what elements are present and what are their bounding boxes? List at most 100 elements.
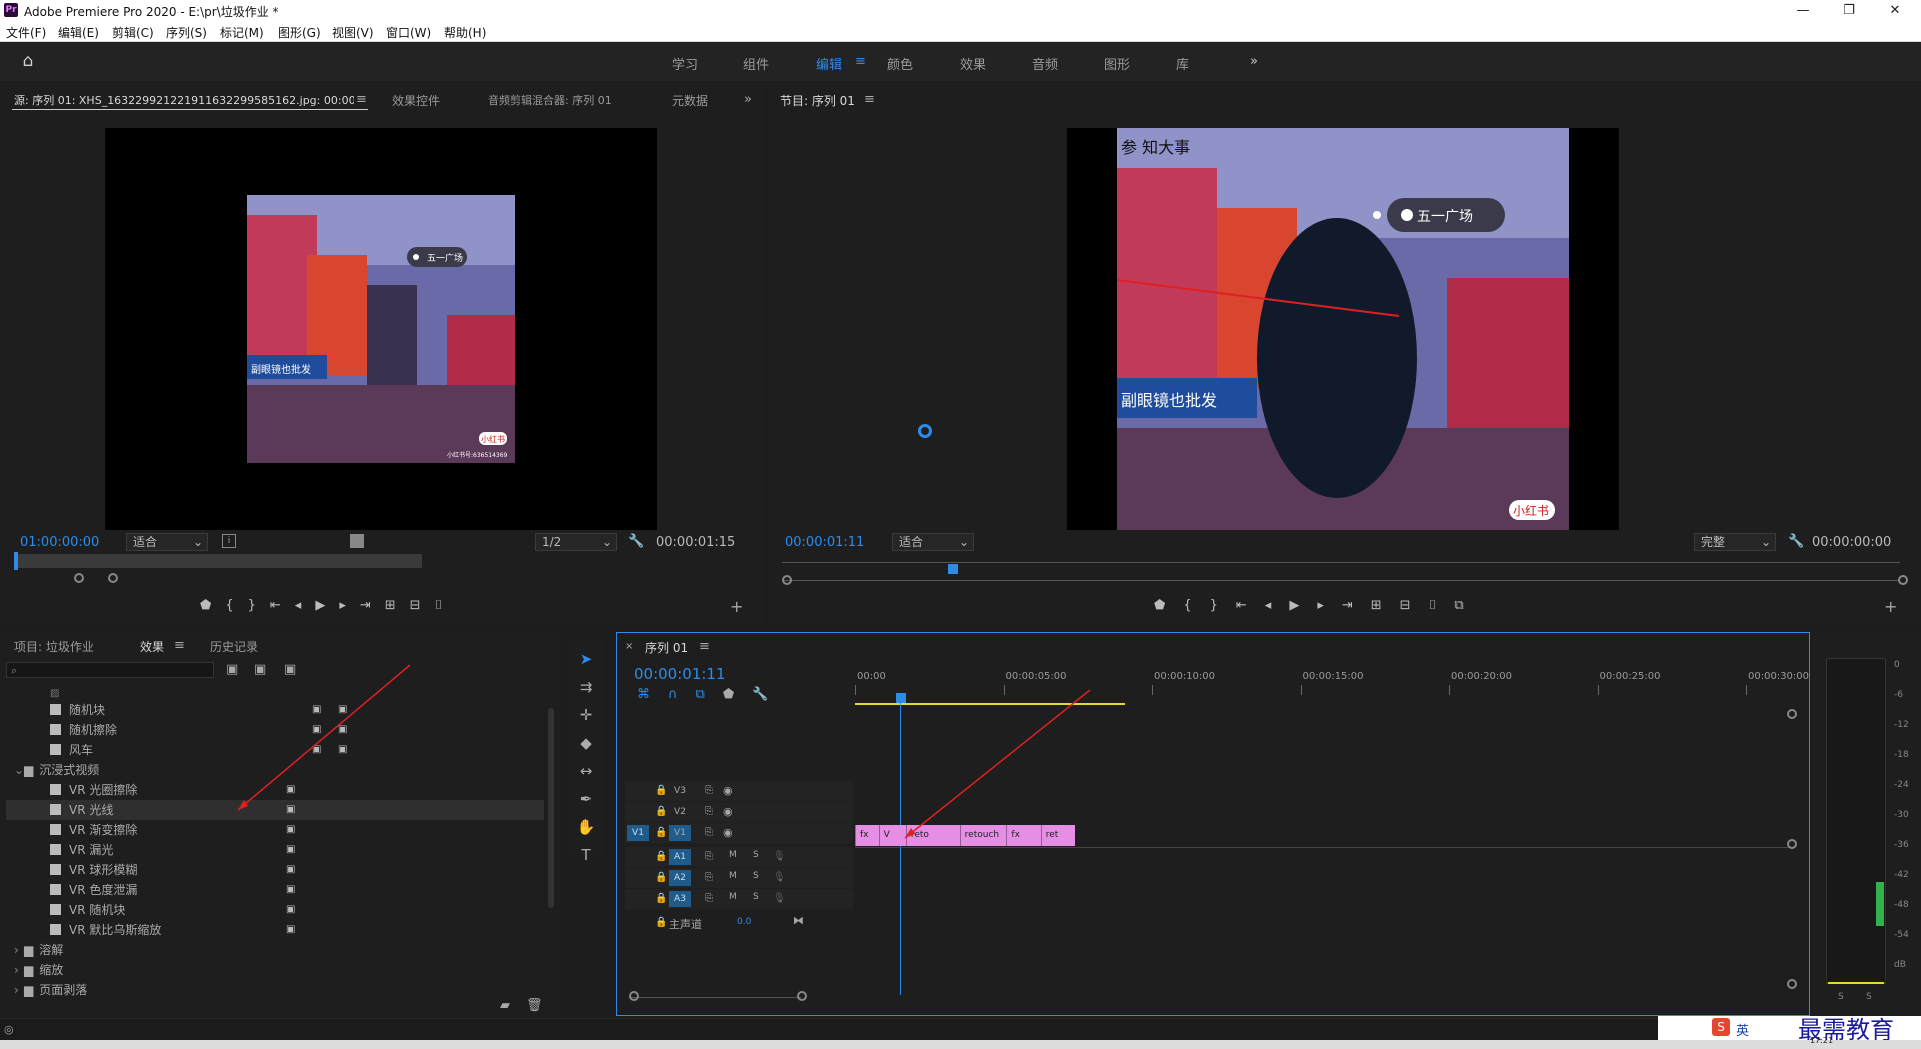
workspace-color[interactable]: 颜色 <box>887 54 913 73</box>
mute-button[interactable]: M <box>729 871 737 881</box>
nest-toggle-icon[interactable]: ⌘ <box>637 687 650 702</box>
source-fit-select[interactable]: 适合 ⌄ <box>126 533 208 551</box>
restore-icon[interactable]: ❐ <box>1826 0 1872 22</box>
effect-item[interactable]: VR 随机块 ▣ <box>6 900 544 920</box>
home-icon[interactable]: ⌂ <box>18 53 38 71</box>
menu-clip[interactable]: 剪辑(C) <box>112 24 154 41</box>
mark-in-icon[interactable]: { <box>225 598 233 618</box>
track-target[interactable]: A3 <box>669 891 691 907</box>
play-icon[interactable]: ▶ <box>315 598 325 618</box>
program-export-frame-icon[interactable]: ⌷ <box>1429 598 1437 618</box>
lift-icon[interactable]: ⊞ <box>1371 598 1382 618</box>
v-scroll-mid-handle[interactable] <box>1787 839 1797 849</box>
wrench-icon[interactable]: 🔧 <box>628 534 644 550</box>
overwrite-icon[interactable]: ⊟ <box>410 598 421 618</box>
program-zoom-handle-right[interactable] <box>1898 575 1908 585</box>
work-area-bar[interactable] <box>855 703 1125 705</box>
ime-mode[interactable]: 英 <box>1736 1020 1749 1039</box>
timeline-clip[interactable]: reto <box>905 825 960 846</box>
timeline-settings-icon[interactable]: 🔧 <box>752 687 768 702</box>
mute-button[interactable]: M <box>729 892 737 902</box>
effect-item[interactable]: 随机块 ▣ ▣ <box>6 700 544 720</box>
settings-icon[interactable]: i <box>222 534 236 548</box>
zoom-handle-right[interactable] <box>108 573 118 583</box>
effect-item[interactable]: 风车 ▣ ▣ <box>6 740 544 760</box>
workspace-effects[interactable]: 效果 <box>960 54 986 73</box>
ripple-edit-tool-icon[interactable]: ✛ <box>580 706 593 724</box>
effects-folder[interactable]: › ▆ 溶解 <box>6 940 544 960</box>
workspace-editing[interactable]: 编辑 <box>816 54 842 73</box>
source-playhead[interactable] <box>14 552 18 570</box>
insert-icon[interactable]: ⊞ <box>385 598 396 618</box>
step-back-icon[interactable]: ◂ <box>295 598 302 618</box>
effect-item[interactable]: VR 漏光 ▣ <box>6 840 544 860</box>
timeline-playhead-head[interactable] <box>896 693 906 703</box>
menu-edit[interactable]: 编辑(E) <box>58 24 99 41</box>
program-scrub-bar[interactable] <box>782 562 1900 563</box>
audio-track-header[interactable]: 🔒 A3 ⎘ M S 🎙 <box>625 889 853 909</box>
tab-sequence[interactable]: 序列 01 <box>645 639 688 656</box>
add-button-icon[interactable]: + <box>730 599 743 615</box>
lock-icon[interactable]: 🔒 <box>655 849 667 865</box>
sogou-icon[interactable]: S <box>1712 1018 1730 1036</box>
program-step-forward-icon[interactable]: ▸ <box>1317 598 1324 618</box>
extract-icon[interactable]: ⊟ <box>1400 598 1411 618</box>
timeline-clip[interactable]: fx <box>1006 825 1041 846</box>
track-target[interactable]: V2 <box>669 804 691 820</box>
effects-folder[interactable]: › ▆ 页面剥落 <box>6 980 544 1000</box>
lock-icon[interactable]: 🔒 <box>655 783 667 799</box>
timeline-scroll-handle-right[interactable] <box>797 991 807 1001</box>
program-wrench-icon[interactable]: 🔧 <box>1788 534 1804 550</box>
effect-item[interactable]: VR 色度泄漏 ▣ <box>6 880 544 900</box>
close-sequence-icon[interactable]: × <box>625 639 633 655</box>
v-scroll-top-handle[interactable] <box>1787 709 1797 719</box>
mic-icon[interactable]: 🎙 <box>773 891 786 907</box>
linked-selection-icon[interactable]: ⧉ <box>696 687 705 702</box>
compare-view-icon[interactable]: ⧉ <box>1454 598 1463 618</box>
effect-item[interactable]: VR 球形模糊 ▣ <box>6 860 544 880</box>
menu-window[interactable]: 窗口(W) <box>386 24 431 41</box>
type-tool-icon[interactable]: T <box>581 846 590 864</box>
tab-effects[interactable]: 效果 <box>140 638 164 655</box>
effects-folder[interactable]: › ▆ 缩放 <box>6 960 544 980</box>
step-forward-icon[interactable]: ▸ <box>339 598 346 618</box>
sync-lock-icon[interactable]: ⎘ <box>705 849 713 865</box>
accelerated-effects-icon[interactable]: ▣ <box>226 662 238 678</box>
sync-lock-icon[interactable]: ⎘ <box>705 783 713 799</box>
track-target[interactable]: V3 <box>669 783 691 799</box>
source-resolution-select[interactable]: 1/2 ⌄ <box>535 533 617 551</box>
audio-track-header[interactable]: 🔒 A2 ⎘ M S 🎙 <box>625 868 853 888</box>
master-volume[interactable]: 0.0 <box>737 917 751 927</box>
program-timecode[interactable]: 00:00:01:11 <box>785 535 864 550</box>
add-marker-timeline-icon[interactable]: ⬟ <box>723 687 734 702</box>
track-target[interactable]: V1 <box>669 825 691 841</box>
timeline-clip[interactable]: V <box>878 825 906 846</box>
program-add-marker-icon[interactable]: ⬟ <box>1154 598 1165 618</box>
new-bin-icon[interactable]: ▰ <box>500 998 510 1014</box>
add-marker-icon[interactable]: ⬟ <box>200 598 211 618</box>
snap-icon[interactable]: ∩ <box>668 687 678 702</box>
workspace-menu-icon[interactable]: ≡ <box>855 54 866 69</box>
effects-panel-menu-icon[interactable]: ≡ <box>174 638 185 654</box>
lock-icon[interactable]: 🔒 <box>655 825 667 841</box>
tab-metadata[interactable]: 元数据 <box>672 92 708 109</box>
sync-lock-icon[interactable]: ⎘ <box>705 825 713 841</box>
track-target[interactable]: A2 <box>669 870 691 886</box>
more-workspaces-icon[interactable]: » <box>1250 54 1258 69</box>
slip-tool-icon[interactable]: ↔ <box>580 762 593 780</box>
go-to-end-icon[interactable]: ⧓ <box>793 913 804 929</box>
effect-item[interactable]: VR 默比乌斯缩放 ▣ <box>6 920 544 940</box>
video-track-header[interactable]: 🔒 V2 ⎘ ◉ <box>625 802 853 822</box>
lock-icon[interactable]: 🔒 <box>655 891 667 907</box>
delete-icon[interactable]: 🗑 <box>526 998 543 1014</box>
effect-item[interactable]: VR 光圈擦除 ▣ <box>6 780 544 800</box>
solo-left-button[interactable]: S <box>1838 992 1844 1002</box>
safe-margin-icon[interactable] <box>350 534 364 548</box>
effect-item[interactable]: VR 渐变擦除 ▣ <box>6 820 544 840</box>
workspace-audio[interactable]: 音频 <box>1032 54 1058 73</box>
eye-icon[interactable]: ◉ <box>723 825 733 841</box>
lock-icon[interactable]: 🔒 <box>655 804 667 820</box>
timeline-h-scroll[interactable] <box>631 997 801 998</box>
program-playhead[interactable] <box>948 564 958 574</box>
mute-button[interactable]: M <box>729 850 737 860</box>
